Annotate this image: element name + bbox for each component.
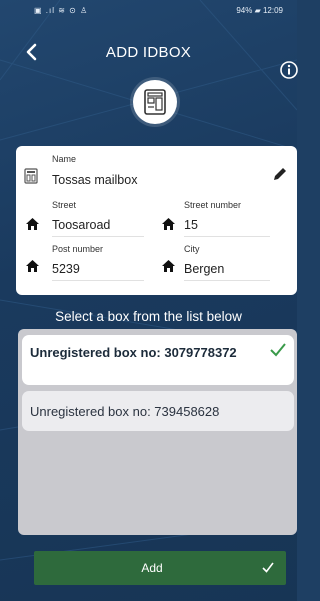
city-label: City <box>184 244 200 254</box>
home-icon <box>26 218 39 230</box>
select-box-heading: Select a box from the list below <box>55 309 242 324</box>
box-list[interactable]: Unregistered box no: 3079778372 Unregist… <box>18 329 297 535</box>
street-number-label: Street number <box>184 200 242 210</box>
name-value: Tossas mailbox <box>52 173 138 187</box>
home-icon <box>162 218 175 230</box>
add-button-label: Add <box>141 561 163 575</box>
post-number-label: Post number <box>52 244 104 254</box>
checkmark-icon <box>270 343 286 357</box>
add-button[interactable]: Add <box>34 551 286 585</box>
info-icon <box>280 61 298 79</box>
pencil-edit-icon[interactable] <box>272 166 288 182</box>
box-list-item[interactable]: Unregistered box no: 739458628 <box>22 391 294 431</box>
status-icons: ▣ .ıl ≋ ⊙ ♙ <box>34 6 89 15</box>
street-label: Street <box>52 200 77 210</box>
divider <box>52 280 144 281</box>
home-icon <box>26 260 39 272</box>
divider <box>184 236 270 237</box>
box-label: Unregistered box no: 739458628 <box>30 404 220 419</box>
box-label: Unregistered box no: 3079778372 <box>30 345 237 360</box>
page-title: ADD IDBOX <box>105 44 192 61</box>
divider <box>52 236 144 237</box>
mailbox-icon <box>144 89 166 115</box>
battery-time: 94% ▰ 12:09 <box>236 6 283 15</box>
name-label: Name <box>52 154 77 164</box>
mailbox-logo <box>133 80 177 124</box>
checkmark-icon <box>262 562 274 573</box>
street-value: Toosaroad <box>52 218 111 232</box>
street-number-value: 15 <box>184 218 198 232</box>
address-card: Name Tossas mailbox Street Toosaroad Str… <box>16 146 297 295</box>
divider <box>184 280 270 281</box>
mailbox-icon <box>24 168 38 184</box>
box-list-item-selected[interactable]: Unregistered box no: 3079778372 <box>22 335 294 385</box>
city-value: Bergen <box>184 262 225 276</box>
status-bar: ▣ .ıl ≋ ⊙ ♙ 94% ▰ 12:09 <box>0 0 297 22</box>
info-button[interactable] <box>279 60 299 80</box>
home-icon <box>162 260 175 272</box>
post-number-value: 5239 <box>52 262 80 276</box>
